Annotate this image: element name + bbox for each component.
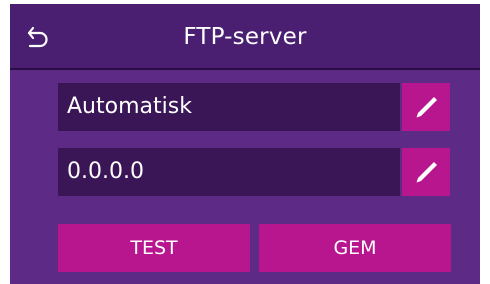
page-title: FTP-server [183,24,307,50]
ftp-mode-field[interactable]: Automatisk [58,83,400,131]
pencil-icon [416,162,437,183]
save-button[interactable]: GEM [259,224,451,272]
device-screen: FTP-server Automatisk 0.0.0.0 TEST GEM [10,4,480,284]
ftp-address-field[interactable]: 0.0.0.0 [58,148,400,196]
test-button[interactable]: TEST [58,224,250,272]
edit-ftp-mode-button[interactable] [402,83,450,131]
pencil-icon [416,97,437,118]
header-bar: FTP-server [10,4,480,70]
edit-ftp-address-button[interactable] [402,148,450,196]
